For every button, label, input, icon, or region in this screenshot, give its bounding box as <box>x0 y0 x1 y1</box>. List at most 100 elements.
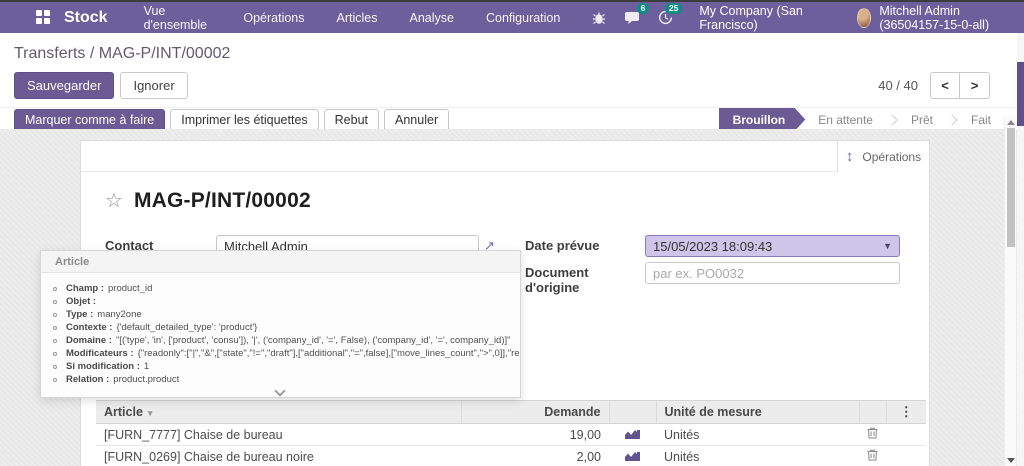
cell-uom[interactable]: Unités <box>656 445 859 466</box>
tooltip-context-label: Contexte : <box>66 322 113 333</box>
column-header-demande[interactable]: Demande <box>460 400 609 424</box>
mark-as-todo-button[interactable]: Marquer comme à faire <box>14 108 166 131</box>
content-scrollbar-thumb[interactable] <box>1006 128 1015 247</box>
column-header-spacer <box>608 400 656 424</box>
user-avatar <box>857 7 872 28</box>
tooltip-onchange-label: Si modification : <box>66 361 140 372</box>
tooltip-field-value: product_id <box>108 283 153 294</box>
bullet-icon <box>53 364 57 369</box>
bullet-icon <box>53 338 57 343</box>
column-header-article[interactable]: Article ▾ <box>96 400 461 424</box>
column-header-spacer2 <box>858 400 886 424</box>
save-button[interactable]: Sauvegarder <box>14 72 115 99</box>
window-scrollbar-thumb[interactable] <box>1017 62 1024 126</box>
delete-row-trash-icon[interactable] <box>859 445 886 466</box>
user-menu[interactable]: Mitchell Admin (36504157-15-0-all) <box>857 4 1010 32</box>
content-scrollbar[interactable] <box>1004 116 1016 466</box>
activities-clock-icon[interactable]: 25 <box>658 2 683 26</box>
app-window: Stock Vue d'ensemble Opérations Articles… <box>0 0 1024 466</box>
status-draft[interactable]: Brouillon <box>719 108 806 132</box>
discard-button[interactable]: Ignorer <box>120 72 188 99</box>
nav-item-reporting[interactable]: Analyse <box>410 11 454 25</box>
cell-article[interactable]: [FURN_0269] Chaise de bureau noire <box>96 445 461 466</box>
status-pipeline: Brouillon En attente Prêt Fait <box>719 108 1004 132</box>
cell-article[interactable]: [FURN_7777] Chaise de bureau <box>96 423 461 446</box>
table-row[interactable]: [FURN_7777] Chaise de bureau 19,00 Unité… <box>96 423 926 446</box>
tooltip-domain-label: Domaine : <box>66 335 112 346</box>
updown-arrows-icon: ↕ <box>845 148 854 165</box>
messages-icon[interactable]: 6 <box>624 2 650 26</box>
tooltip-modifiers-value: {"readonly":["|","&",["state","!=","draf… <box>137 348 520 359</box>
bullet-icon <box>53 286 57 291</box>
breadcrumb-current: MAG-P/INT/00002 <box>98 45 231 62</box>
user-name: Mitchell Admin (36504157-15-0-all) <box>879 3 990 32</box>
optional-columns-kebab-icon[interactable]: ⋮ <box>895 404 919 420</box>
main-navbar: Stock Vue d'ensemble Opérations Articles… <box>0 2 1024 33</box>
bullet-icon <box>53 377 57 382</box>
bullet-icon <box>53 325 57 330</box>
tooltip-type-label: Type : <box>66 309 94 320</box>
nav-item-products[interactable]: Articles <box>337 11 378 25</box>
table-row[interactable]: [FURN_0269] Chaise de bureau noire 2,00 … <box>96 445 926 466</box>
breadcrumb-separator: / <box>89 45 95 62</box>
datepicker-caret-icon: ▼ <box>883 241 892 251</box>
field-debug-tooltip: Article Champ : product_id Objet : Type :… <box>40 250 521 398</box>
breadcrumb-transfers-link[interactable]: Transferts <box>14 45 85 62</box>
bullet-icon <box>53 351 57 356</box>
scheduled-date-value: 15/05/2023 18:09:43 <box>653 238 773 254</box>
scrollbar-down-arrow-icon[interactable] <box>1007 458 1015 463</box>
nav-item-overview[interactable]: Vue d'ensemble <box>144 4 212 32</box>
breadcrumb: Transferts / MAG-P/INT/00002 <box>0 33 1024 65</box>
tooltip-modifiers-label: Modificateurs : <box>66 348 134 359</box>
nav-item-configuration[interactable]: Configuration <box>486 11 560 25</box>
cell-row-menu <box>886 423 926 446</box>
scrollbar-up-arrow-icon[interactable] <box>1006 120 1015 125</box>
app-name[interactable]: Stock <box>64 9 108 27</box>
column-header-uom[interactable]: Unité de mesure <box>655 400 859 424</box>
delete-row-trash-icon[interactable] <box>859 423 886 446</box>
messages-badge: 6 <box>636 2 650 14</box>
cell-uom[interactable]: Unités <box>656 423 859 446</box>
forecast-chart-icon[interactable] <box>609 445 656 466</box>
debug-bug-icon[interactable] <box>592 10 606 26</box>
cell-demande[interactable]: 19,00 <box>461 423 609 446</box>
record-title: MAG-P/INT/00002 <box>133 189 311 212</box>
navbar-systray: 6 25 My Company (San Francisco) Mitchell… <box>592 2 1010 32</box>
status-separator-icon <box>946 113 958 126</box>
tooltip-field-label: Champ : <box>66 283 104 294</box>
pager-previous-button[interactable]: < <box>930 72 960 99</box>
status-waiting[interactable]: En attente <box>805 113 886 127</box>
tooltip-domain-value: "[('type', 'in', ['product', 'consu']), … <box>115 335 511 346</box>
pager-next-button[interactable]: > <box>960 72 990 99</box>
status-done[interactable]: Fait <box>958 113 1004 127</box>
pager-count: 40 / 40 <box>878 78 918 93</box>
operations-stat-button[interactable]: ↕ Opérations <box>837 141 929 172</box>
source-document-input[interactable]: par ex. PO0032 <box>645 262 900 284</box>
favorite-star-icon[interactable]: ☆ <box>105 191 123 211</box>
tooltip-title: Article <box>41 251 520 273</box>
tooltip-relation-value: product.product <box>113 374 180 385</box>
status-separator-icon <box>886 113 898 126</box>
sort-caret-icon: ▾ <box>147 408 153 418</box>
bullet-icon <box>53 299 57 304</box>
pager: 40 / 40 < > <box>878 72 990 99</box>
cancel-button[interactable]: Annuler <box>384 108 450 131</box>
tooltip-relation-label: Relation : <box>66 374 110 385</box>
cell-row-menu <box>886 445 926 466</box>
activities-badge: 25 <box>664 2 683 14</box>
status-ready[interactable]: Prêt <box>898 113 946 127</box>
company-switcher[interactable]: My Company (San Francisco) <box>699 4 813 32</box>
column-header-options[interactable]: ⋮ <box>885 400 926 424</box>
control-panel-buttons-row: Sauvegarder Ignorer 40 / 40 < > <box>0 65 1024 107</box>
apps-menu-icon[interactable] <box>36 10 50 25</box>
forecast-chart-icon[interactable] <box>609 423 656 446</box>
nav-item-operations[interactable]: Opérations <box>243 11 304 25</box>
print-labels-button[interactable]: Imprimer les étiquettes <box>170 108 319 131</box>
source-document-label: Document d'origine <box>525 265 589 295</box>
scrap-button[interactable]: Rebut <box>323 108 380 131</box>
source-document-placeholder: par ex. PO0032 <box>653 265 745 281</box>
tooltip-context-value: {'default_detailed_type': 'product'} <box>116 322 258 333</box>
cell-demande[interactable]: 2,00 <box>461 445 609 466</box>
scheduled-date-input[interactable]: 15/05/2023 18:09:43 ▼ <box>645 235 900 257</box>
tooltip-type-value: many2one <box>97 309 142 320</box>
